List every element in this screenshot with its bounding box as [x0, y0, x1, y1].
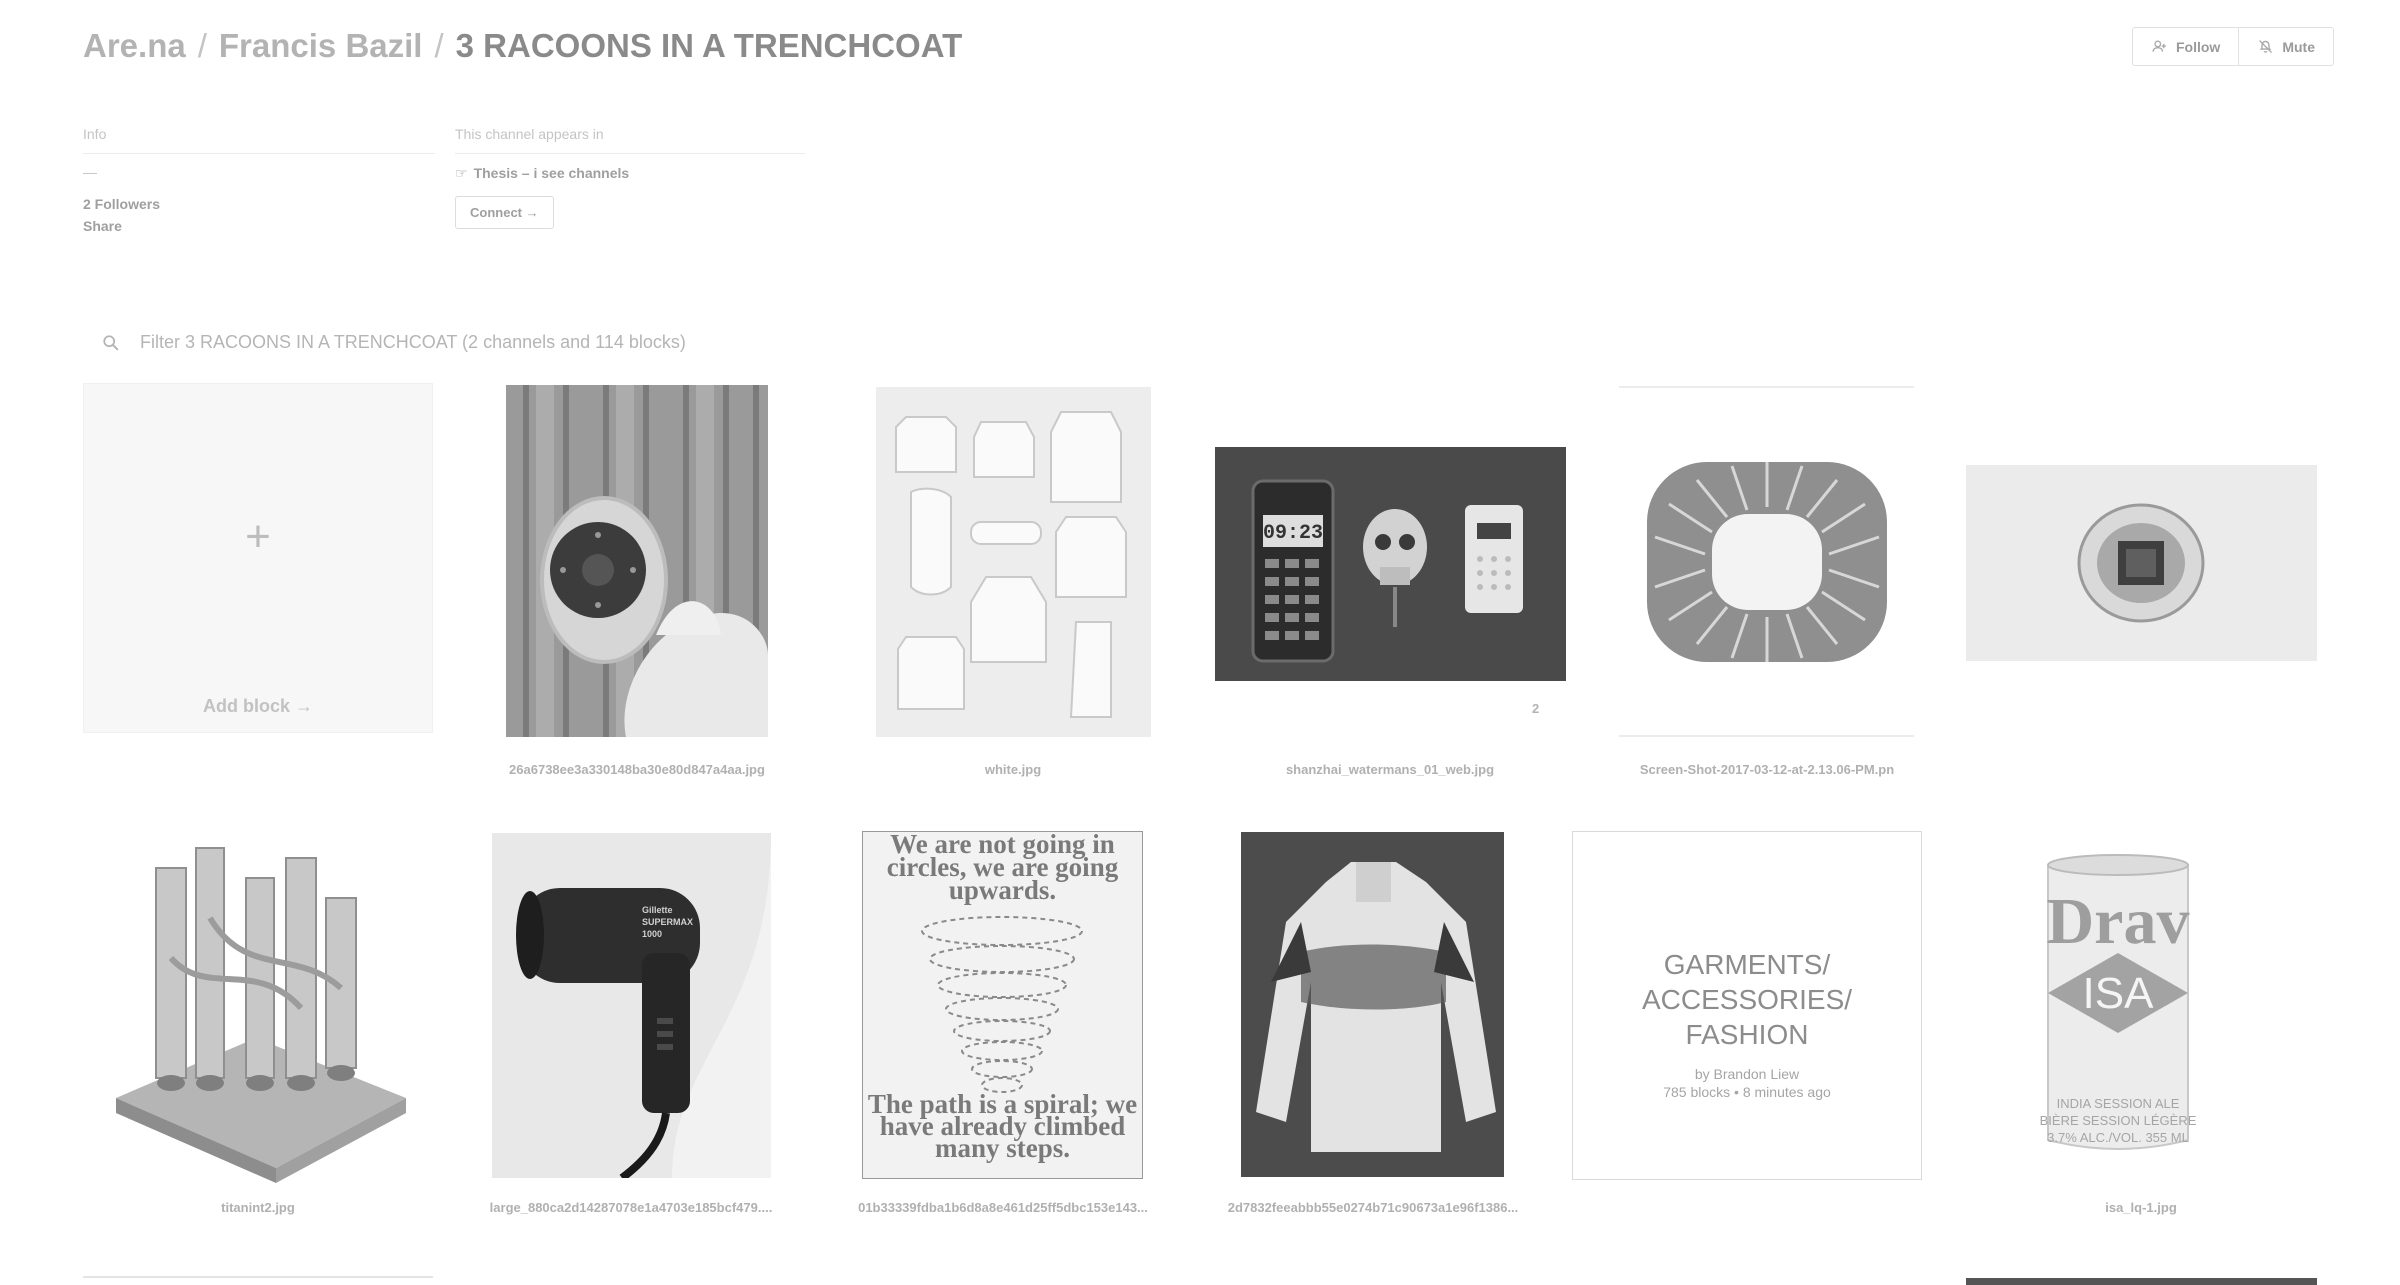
followers-link[interactable]: 2 Followers: [83, 196, 435, 212]
block-image-jacket[interactable]: [1241, 832, 1504, 1177]
connect-button[interactable]: Connect →: [455, 196, 554, 229]
block-image-titanium[interactable]: [96, 838, 419, 1185]
poster-bottom-text: The path is a spiral; we have already cl…: [867, 1093, 1138, 1163]
block-caption[interactable]: 26a6738ee3a330148ba30e80d847a4aa.jpg: [452, 762, 822, 777]
phone-clock-text: 09:23: [1263, 522, 1323, 545]
breadcrumb-user-link[interactable]: Francis Bazil: [219, 27, 423, 64]
parent-channel-link[interactable]: ☞ Thesis – i see channels: [455, 165, 805, 182]
follow-label: Follow: [2176, 38, 2221, 55]
channel-card-garments[interactable]: GARMENTS/ ACCESSORIES/ FASHION by Brando…: [1572, 831, 1922, 1180]
block-caption[interactable]: 2d7832feeabbb55e0274b71c90673a1e96f1386.…: [1188, 1200, 1558, 1215]
poster-top-text: We are not going in circles, we are goin…: [886, 833, 1119, 905]
block-image-remote[interactable]: [506, 385, 768, 737]
add-block-card[interactable]: + Add block →: [83, 383, 433, 733]
add-block-label: Add block →: [202, 696, 313, 716]
svg-text:SUPERMAX: SUPERMAX: [642, 917, 693, 927]
pointing-hand-icon: ☞: [455, 165, 468, 181]
mute-bell-icon: [2259, 40, 2273, 53]
channel-card-stats: 785 blocks • 8 minutes ago: [1663, 1084, 1831, 1100]
breadcrumb-separator: /: [197, 27, 207, 64]
block-caption[interactable]: titanint2.jpg: [73, 1200, 443, 1215]
channel-description: —: [83, 164, 97, 180]
block-image-white-garments[interactable]: [876, 387, 1151, 737]
divider: [1619, 386, 1914, 388]
appears-in-section: This channel appears in ☞ Thesis – i see…: [455, 126, 805, 229]
block-image-spiral-poster[interactable]: We are not going in circles, we are goin…: [862, 831, 1143, 1179]
connection-count-badge: 2: [1532, 701, 1540, 716]
share-link[interactable]: Share: [83, 218, 435, 234]
search-icon: [103, 334, 119, 350]
svg-text:INDIA SESSION ALE: INDIA SESSION ALE: [2057, 1096, 2180, 1111]
block-caption[interactable]: white.jpg: [828, 762, 1198, 777]
channel-card-title: GARMENTS/ ACCESSORIES/ FASHION: [1573, 947, 1921, 1052]
block-image-chip[interactable]: [1966, 465, 2317, 661]
block-image-shanzhai[interactable]: 09:23: [1215, 447, 1566, 681]
breadcrumb-separator: /: [434, 27, 444, 64]
can-brand-text: Drav: [2047, 885, 2190, 958]
page-title: 3 RACOONS IN A TRENCHCOAT: [455, 27, 963, 64]
info-section: Info — 2 Followers Share: [83, 126, 435, 234]
parent-channel-name: Thesis – i see channels: [473, 165, 630, 181]
next-row-card-edge: [83, 1276, 433, 1278]
appears-in-heading: This channel appears in: [455, 126, 805, 154]
plus-icon: +: [245, 512, 271, 561]
svg-text:BIÈRE SESSION LÉGÈRE: BIÈRE SESSION LÉGÈRE: [2040, 1113, 2197, 1128]
mute-button[interactable]: Mute: [2238, 28, 2333, 65]
filter-input[interactable]: [140, 332, 990, 353]
add-user-icon: [2152, 40, 2166, 52]
breadcrumb-home-link[interactable]: Are.na: [83, 27, 186, 64]
block-caption[interactable]: isa_lq-1.jpg: [1956, 1200, 2326, 1215]
channel-card-title-line: ACCESSORIES/: [1641, 984, 1853, 1015]
channel-card-title-line: FASHION: [1685, 1019, 1809, 1050]
channel-actions: Follow Mute: [2132, 27, 2334, 66]
svg-text:3.7% ALC./VOL. 355 ML: 3.7% ALC./VOL. 355 ML: [2047, 1130, 2189, 1145]
mute-label: Mute: [2282, 38, 2315, 55]
follow-button[interactable]: Follow: [2133, 28, 2238, 65]
block-caption[interactable]: 01b33339fdba1b6d8a8e461d25ff5dbc153e143.…: [818, 1200, 1188, 1215]
block-image-beer-can[interactable]: Drav ISA INDIA SESSION ALE BIÈRE SESSION…: [2026, 843, 2210, 1168]
channel-card-author: by Brandon Liew: [1694, 1066, 1800, 1082]
divider: [1619, 735, 1914, 737]
block-image-hair-dryer[interactable]: Gillette SUPERMAX 1000: [492, 833, 771, 1178]
svg-text:Gillette: Gillette: [642, 905, 673, 915]
can-label-text: ISA: [2083, 969, 2155, 1018]
next-row-card-edge: [1966, 1278, 2317, 1285]
info-heading: Info: [83, 126, 435, 154]
filter-bar: [102, 332, 1002, 353]
block-caption[interactable]: shanzhai_watermans_01_web.jpg: [1205, 762, 1575, 777]
channel-card-meta: by Brandon Liew 785 blocks • 8 minutes a…: [1573, 1065, 1921, 1101]
block-caption[interactable]: large_880ca2d14287078e1a4703e185bcf479..…: [446, 1200, 816, 1215]
svg-text:1000: 1000: [642, 929, 662, 939]
channel-card-title-line: GARMENTS/: [1663, 949, 1831, 980]
block-caption[interactable]: Screen-Shot-2017-03-12-at-2.13.06-PM.pn: [1582, 762, 1952, 777]
breadcrumb: Are.na / Francis Bazil / 3 RACOONS IN A TREN…: [83, 27, 962, 65]
block-image-heatsink[interactable]: [1619, 442, 1914, 680]
